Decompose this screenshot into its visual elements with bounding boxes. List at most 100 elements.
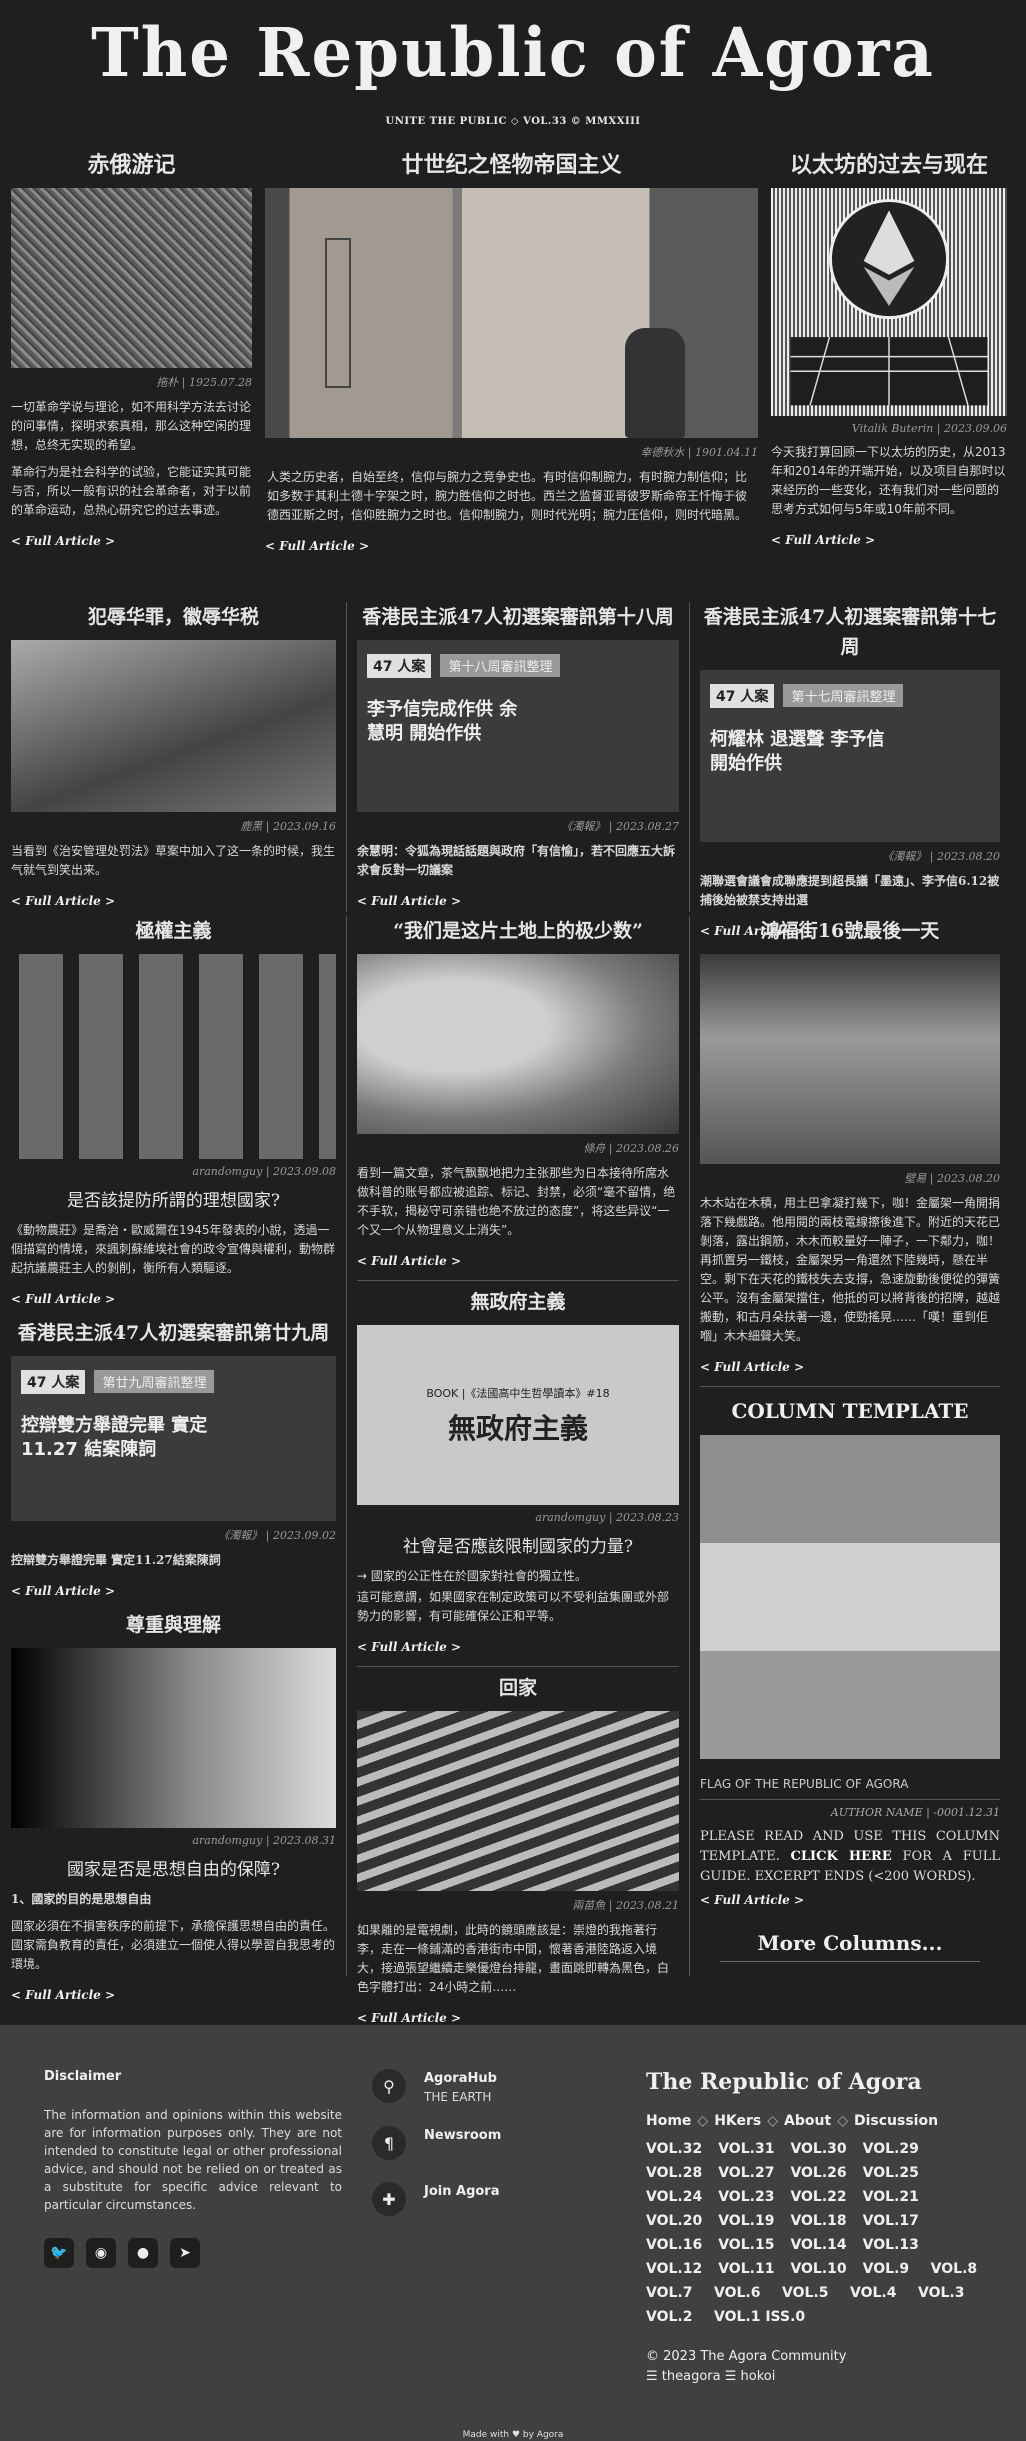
article-excerpt: 今天我打算回顾一下以太坊的历史，从2013年和2014年的开端开始，以及项目自那… [771,445,1006,516]
volume-link[interactable]: VOL.31 [718,2141,774,2157]
full-article-link[interactable]: < Full Article > [11,1292,115,1306]
volume-link[interactable]: VOL.27 [718,2165,774,2181]
volume-link[interactable]: VOL.19 [718,2213,774,2229]
article-byline: 鹿黑 | 2023.09.16 [240,820,336,833]
nav-about[interactable]: About [784,2113,831,2129]
book-title: 無政府主義 [447,1412,588,1445]
article-image[interactable] [11,640,336,812]
article-excerpt: → 國家的公正性在於國家對社會的獨立性。 [357,1569,587,1583]
article-image[interactable] [265,188,758,438]
article-title[interactable]: 香港民主派47人初選案審訊第廿九周 [11,1318,336,1348]
volume-link[interactable]: VOL.14 [790,2237,846,2253]
article-image[interactable] [11,188,252,368]
article-title[interactable]: “我们是这片土地上的极少数” [357,916,679,946]
column-template-author: AUTHOR NAME | -0001.12.31 [700,1799,1000,1819]
full-article-link[interactable]: < Full Article > [357,1254,461,1268]
volume-link[interactable]: VOL.29 [863,2141,919,2157]
article-excerpt: 革命行为是社会科学的试验，它能证实其可能与否，所以一般有识的社会革命者，对于以前… [11,465,252,517]
volume-link[interactable]: VOL.21 [863,2189,919,2205]
article-image[interactable] [357,1711,679,1891]
article-title[interactable]: 以太坊的过去与现在 [771,150,1007,180]
volume-link[interactable]: VOL.8 [931,2261,983,2277]
full-article-link[interactable]: < Full Article > [700,1893,804,1907]
article-image[interactable] [11,954,336,1159]
volume-link[interactable]: VOL.1 ISS.0 [714,2309,805,2325]
article-image[interactable]: 47 人案 第十七周審訊整理 柯耀林 退選聲 李予信 開始作供 [700,670,1000,842]
volume-link[interactable]: VOL.20 [646,2213,702,2229]
volume-link[interactable]: VOL.9 [863,2261,915,2277]
nav-home[interactable]: Home [646,2113,691,2129]
volume-link[interactable]: VOL.30 [790,2141,846,2157]
volume-link[interactable]: VOL.18 [790,2213,846,2229]
article-title[interactable]: 犯辱华罪，徽辱华税 [11,602,336,632]
article-title[interactable]: 鴻福街16號最後一天 [700,916,1000,946]
article-excerpt: 看到一篇文章，茶气飘飘地把力主张那些为日本接待所席水做科普的账号都应被追踪、标记… [357,1166,676,1237]
volume-link[interactable]: VOL.28 [646,2165,702,2181]
article-excerpt: 一切革命学说与理论，如不用科学方法去讨论的问事情，探明求索真相，那么这种空闲的理… [11,400,252,452]
full-article-link[interactable]: < Full Article > [357,2011,461,2025]
article-title[interactable]: 無政府主義 [357,1287,679,1317]
full-article-link[interactable]: < Full Article > [357,894,461,908]
click-here-link[interactable]: CLICK HERE [791,1849,892,1864]
volume-link[interactable]: VOL.25 [863,2165,919,2181]
article-image[interactable] [357,954,679,1134]
volume-link[interactable]: VOL.16 [646,2237,702,2253]
volume-link[interactable]: VOL.13 [863,2237,919,2253]
book-label: BOOK |《法國高中生哲學讀本》#18 [426,1387,610,1400]
volume-link[interactable]: VOL.3 [918,2285,970,2301]
volume-link[interactable]: VOL.10 [790,2261,846,2277]
volume-link[interactable]: VOL.32 [646,2141,702,2157]
volume-link[interactable]: VOL.17 [863,2213,919,2229]
volume-link[interactable]: VOL.15 [718,2237,774,2253]
volume-link[interactable]: VOL.11 [718,2261,774,2277]
nav-discussion[interactable]: Discussion [854,2113,938,2129]
site-title[interactable]: The Republic of Agora [0,12,1026,96]
full-article-link[interactable]: < Full Article > [700,1360,804,1374]
github-icon[interactable]: ◉ [86,2238,116,2268]
poster-badge: 47 人案 [710,684,775,708]
agorahub-link[interactable]: ⚲ AgoraHub THE EARTH [372,2069,592,2104]
full-article-link[interactable]: < Full Article > [11,894,115,908]
article-title[interactable]: 回家 [357,1673,679,1703]
full-article-link[interactable]: < Full Article > [771,533,875,547]
credits-text[interactable]: ☰ theagora ☰ hokoi [646,2367,986,2387]
nav-hkers[interactable]: HKers [714,2113,761,2129]
article-image[interactable] [771,188,1007,416]
article-title[interactable]: 極權主義 [11,916,336,946]
article-image[interactable] [11,1648,336,1828]
article-title[interactable]: 赤俄游记 [11,150,252,180]
footer-brand[interactable]: The Republic of Agora [646,2069,986,2095]
article-subheading: 國家是否是思想自由的保障? [66,1860,281,1880]
full-article-link[interactable]: < Full Article > [11,534,115,548]
column-template-body: PLEASE READ AND USE THIS COLUMN TEMPLATE… [700,1829,1000,1884]
join-agora-link[interactable]: ✚ Join Agora [372,2182,592,2216]
reddit-icon[interactable]: ● [128,2238,158,2268]
volume-link[interactable]: VOL.7 [646,2285,698,2301]
article-title[interactable]: 香港民主派47人初選案審訊第十七周 [700,602,1000,662]
article-title[interactable]: 尊重與理解 [11,1610,336,1640]
volume-link[interactable]: VOL.2 [646,2309,698,2325]
article-image[interactable]: 47 人案 第廿九周審訊整理 控辯雙方舉證完畢 實定 11.27 結案陳詞 [11,1356,336,1521]
volume-link[interactable]: VOL.5 [782,2285,834,2301]
newsroom-link[interactable]: ¶ Newsroom [372,2126,592,2160]
article-card: “我们是这片土地上的极少数” 條舟 | 2023.08.26 看到一篇文章，茶气… [357,916,679,1280]
full-article-link[interactable]: < Full Article > [11,1988,115,2002]
article-image[interactable]: 47 人案 第十八周審訊整理 李予信完成作供 余慧明 開始作供 [357,640,679,812]
volume-link[interactable]: VOL.12 [646,2261,702,2277]
more-columns-link[interactable]: More Columns... [720,1931,980,1962]
article-image[interactable]: BOOK |《法國高中生哲學讀本》#18 無政府主義 [357,1325,679,1505]
telegram-icon[interactable]: ➤ [170,2238,200,2268]
volume-link[interactable]: VOL.26 [790,2165,846,2181]
volume-link[interactable]: VOL.23 [718,2189,774,2205]
volume-link[interactable]: VOL.24 [646,2189,702,2205]
volume-link[interactable]: VOL.4 [850,2285,902,2301]
article-title[interactable]: 香港民主派47人初選案審訊第十八周 [357,602,679,632]
full-article-link[interactable]: < Full Article > [11,1584,115,1598]
volume-link[interactable]: VOL.6 [714,2285,766,2301]
full-article-link[interactable]: < Full Article > [265,539,369,553]
article-title[interactable]: 廿世纪之怪物帝国主义 [265,150,758,180]
article-image[interactable] [700,954,1000,1164]
twitter-icon[interactable]: 🐦 [44,2238,74,2268]
full-article-link[interactable]: < Full Article > [357,1640,461,1654]
volume-link[interactable]: VOL.22 [790,2189,846,2205]
